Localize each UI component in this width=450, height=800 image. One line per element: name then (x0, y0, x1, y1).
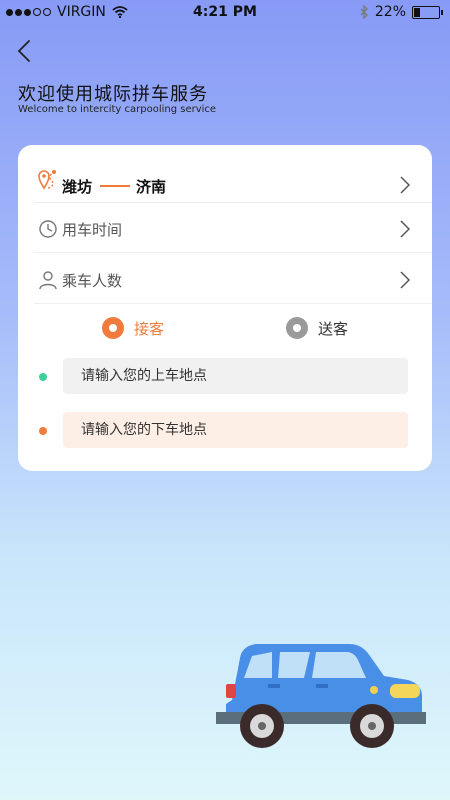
passengers-row[interactable]: 乘车人数 (18, 254, 432, 304)
pickup-location-input[interactable] (63, 358, 408, 394)
back-button[interactable] (14, 38, 38, 64)
car-illustration (216, 644, 426, 748)
route-row[interactable]: 潍坊 济南 (18, 153, 432, 203)
status-bar: VIRGIN 4:21 PM 22% (0, 0, 450, 24)
bluetooth-icon (360, 5, 368, 19)
booking-card: 潍坊 济南 用车时间 乘车人数 接客 送客 请输入您的上车地点 请输入您的下车地… (18, 145, 432, 471)
radio-selected-icon (102, 317, 124, 339)
page-title: 欢迎使用城际拼车服务 (18, 84, 208, 105)
battery-percent: 22% (374, 4, 406, 20)
pickup-label: 接客 (134, 319, 165, 338)
page-subtitle: Welcome to intercity carpooling service (18, 104, 217, 115)
chevron-left-icon (17, 40, 30, 62)
dropoff-dot (39, 427, 47, 435)
status-right: 22% (359, 4, 443, 20)
pickup-radio[interactable]: 接客 (102, 317, 164, 339)
dropoff-location-input[interactable] (63, 412, 408, 448)
chevron-right-icon (400, 271, 410, 289)
route-to: 济南 (136, 178, 167, 196)
chevron-right-icon (400, 176, 410, 194)
time-label: 用车时间 (62, 221, 123, 239)
person-icon (39, 271, 57, 290)
battery-fill (414, 7, 420, 17)
service-type-group: 接客 送客 (18, 317, 432, 345)
route-icon (38, 170, 56, 190)
chevron-right-icon (400, 220, 410, 238)
dropoff-radio[interactable]: 送客 (286, 317, 348, 339)
pickup-location-field (63, 358, 408, 394)
route-connector (100, 185, 130, 187)
dropoff-location-field (63, 412, 408, 448)
route-from: 潍坊 (62, 178, 93, 196)
radio-unselected-icon (286, 317, 308, 339)
dropoff-label: 送客 (318, 319, 349, 338)
battery-icon (412, 5, 443, 19)
clock-icon (39, 220, 57, 238)
pickup-dot (39, 373, 47, 381)
passengers-label: 乘车人数 (62, 272, 123, 290)
time-row[interactable]: 用车时间 (18, 203, 432, 253)
